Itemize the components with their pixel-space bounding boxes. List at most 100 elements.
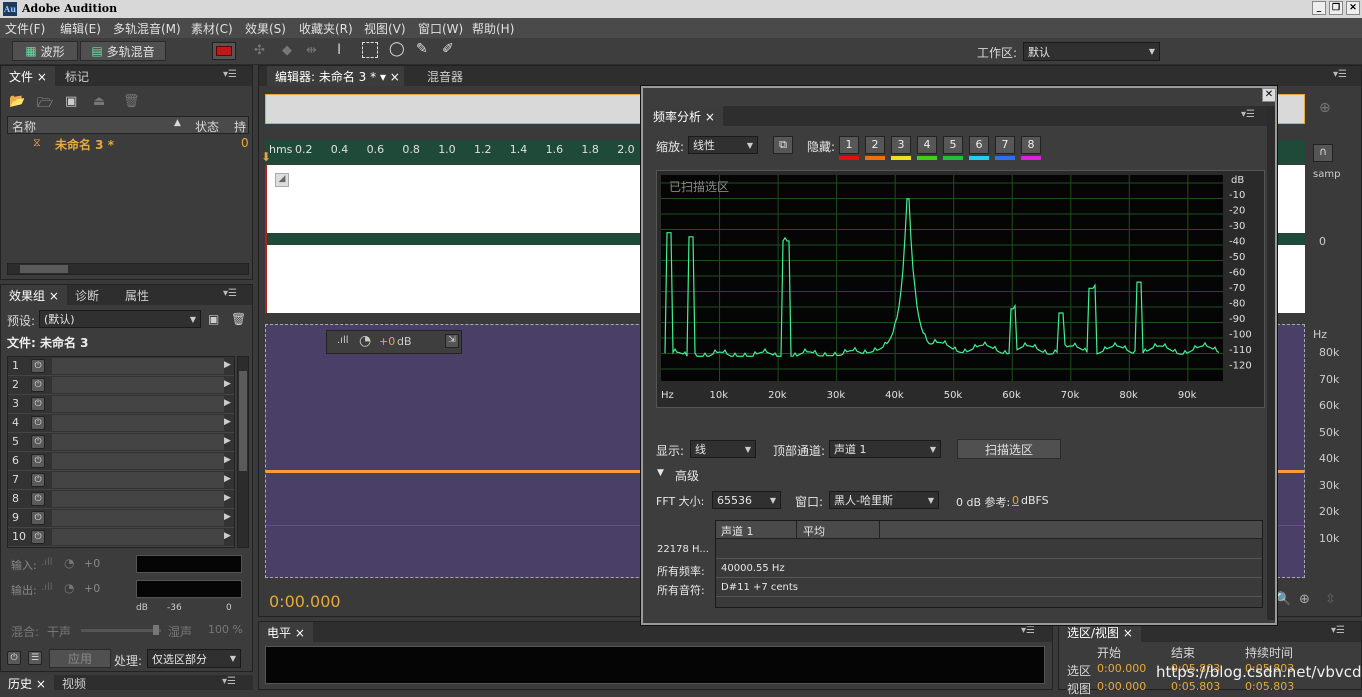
tab-properties[interactable]: 属性 bbox=[117, 285, 157, 305]
snap-icon[interactable]: ∩ bbox=[1313, 144, 1333, 162]
top-channel-select[interactable]: 声道 1 ▼ bbox=[829, 440, 941, 458]
slot-effect-field[interactable] bbox=[52, 396, 224, 412]
multitrack-button[interactable]: ▤ 多轨混音 bbox=[80, 41, 166, 61]
tab-effects-rack[interactable]: 效果组 × bbox=[1, 285, 67, 305]
hide-channel-button[interactable]: 8 bbox=[1021, 136, 1041, 154]
slot-effect-field[interactable] bbox=[52, 434, 224, 450]
tab-diagnostics[interactable]: 诊断 bbox=[67, 285, 107, 305]
power-icon[interactable]: ⏻ bbox=[31, 530, 45, 544]
restore-button[interactable]: ❐ bbox=[1329, 1, 1343, 15]
volume-knob-icon[interactable]: ◔ bbox=[359, 333, 371, 349]
corner-handle-icon[interactable]: ◢ bbox=[275, 173, 289, 187]
panel-menu-icon[interactable]: ▾☰ bbox=[1333, 69, 1347, 80]
effect-slot[interactable]: 4 ⏻ ▶ bbox=[8, 414, 234, 433]
preset-select[interactable]: (默认) ▼ bbox=[39, 310, 201, 328]
power-icon[interactable]: ⏻ bbox=[31, 435, 45, 449]
menu-clip[interactable]: 素材(C) bbox=[191, 20, 233, 37]
hide-channel-button[interactable]: 3 bbox=[891, 136, 911, 154]
fft-select[interactable]: 65536 ▼ bbox=[712, 491, 781, 509]
tab-markers[interactable]: 标记 bbox=[57, 66, 97, 86]
chevron-right-icon[interactable]: ▶ bbox=[224, 436, 231, 446]
slot-effect-field[interactable] bbox=[52, 377, 224, 393]
delete-preset-icon[interactable]: 🗑 bbox=[231, 312, 246, 326]
effect-slot[interactable]: 2 ⏻ ▶ bbox=[8, 376, 234, 395]
tab-history[interactable]: 历史 × bbox=[0, 675, 54, 691]
open-folder-icon[interactable]: 📂 bbox=[9, 94, 25, 109]
view-duration[interactable]: 0:05.803 bbox=[1245, 680, 1294, 693]
razor-tool-icon[interactable]: ◆ bbox=[282, 43, 292, 58]
healing-brush-icon[interactable]: ✐ bbox=[442, 41, 454, 57]
mix-percent[interactable]: 100 % bbox=[208, 623, 243, 636]
power-icon[interactable]: ⏻ bbox=[31, 492, 45, 506]
workspace-select[interactable]: 默认 ▼ bbox=[1023, 42, 1160, 61]
power-icon[interactable]: ⏻ bbox=[31, 378, 45, 392]
record-mode-button[interactable] bbox=[212, 42, 236, 60]
panel-menu-icon[interactable]: ▾☰ bbox=[223, 69, 237, 80]
effect-slot[interactable]: 3 ⏻ ▶ bbox=[8, 395, 234, 414]
effect-slot[interactable]: 9 ⏻ ▶ bbox=[8, 509, 234, 528]
tab-selection-view[interactable]: 选区/视图 × bbox=[1059, 622, 1141, 642]
effect-slot[interactable]: 7 ⏻ ▶ bbox=[8, 471, 234, 490]
power-icon[interactable]: ⏻ bbox=[31, 416, 45, 430]
menu-multitrack[interactable]: 多轨混音(M) bbox=[113, 20, 181, 37]
slot-effect-field[interactable] bbox=[52, 491, 224, 507]
pin-icon[interactable]: ⇲ bbox=[445, 334, 459, 348]
tab-frequency-analysis[interactable]: 频率分析 × bbox=[645, 106, 723, 126]
lasso-tool-icon[interactable]: ◯ bbox=[389, 41, 405, 57]
panel-menu-icon[interactable]: ▾☰ bbox=[1241, 109, 1255, 120]
menu-file[interactable]: 文件(F) bbox=[5, 20, 45, 37]
spectrum-plot[interactable]: 已扫描选区 dB -10 -20 -30 -40 -50 -60 -70 -80 -90 -100 -1… bbox=[657, 171, 1264, 407]
zoom-select[interactable]: 线性 ▼ bbox=[688, 136, 758, 154]
mix-slider[interactable] bbox=[81, 625, 161, 635]
tab-video[interactable]: 视频 bbox=[54, 675, 94, 691]
menu-favorites[interactable]: 收藏夹(R) bbox=[299, 20, 353, 37]
time-selection-icon[interactable]: I bbox=[337, 42, 341, 58]
zoom-navigator-icon[interactable]: ⊕ bbox=[1319, 100, 1331, 116]
zoom-full-icon[interactable]: ⇳ bbox=[1325, 592, 1336, 607]
input-value[interactable]: +0 bbox=[84, 557, 100, 570]
panel-menu-icon[interactable]: ▾☰ bbox=[1021, 625, 1035, 636]
chevron-right-icon[interactable]: ▶ bbox=[224, 379, 231, 389]
display-select[interactable]: 线 ▼ bbox=[690, 440, 756, 458]
chevron-right-icon[interactable]: ▶ bbox=[224, 455, 231, 465]
zoom-out-icon[interactable]: 🔍 bbox=[1275, 592, 1291, 607]
menu-effects[interactable]: 效果(S) bbox=[245, 20, 286, 37]
effect-slot[interactable]: 6 ⏻ ▶ bbox=[8, 452, 234, 471]
dialog-scrollbar[interactable] bbox=[1267, 106, 1275, 620]
slot-effect-field[interactable] bbox=[52, 358, 224, 374]
menu-window[interactable]: 窗口(W) bbox=[418, 20, 463, 37]
mix-slider-thumb[interactable] bbox=[153, 625, 159, 635]
insert-icon[interactable]: ⏏ bbox=[93, 94, 105, 109]
power-icon[interactable]: ⏻ bbox=[31, 511, 45, 525]
slot-effect-field[interactable] bbox=[52, 510, 224, 526]
copy-icon[interactable]: ⧉ bbox=[773, 136, 793, 154]
menu-view[interactable]: 视图(V) bbox=[364, 20, 406, 37]
col-name[interactable]: 名称 bbox=[12, 118, 36, 135]
effects-vscrollbar[interactable] bbox=[237, 356, 249, 548]
chevron-right-icon[interactable]: ▶ bbox=[224, 531, 231, 541]
brush-tool-icon[interactable]: ✎ bbox=[416, 41, 428, 57]
slot-effect-field[interactable] bbox=[52, 472, 224, 488]
hide-channel-button[interactable]: 6 bbox=[969, 136, 989, 154]
view-start[interactable]: 0:00.000 bbox=[1097, 680, 1146, 693]
marquee-tool-icon[interactable] bbox=[362, 42, 378, 58]
hide-channel-button[interactable]: 5 bbox=[943, 136, 963, 154]
move-tool-icon[interactable]: ✣ bbox=[254, 43, 265, 58]
output-value[interactable]: +0 bbox=[84, 582, 100, 595]
output-knob-icon[interactable]: ◔ bbox=[64, 581, 74, 595]
view-end[interactable]: 0:05.803 bbox=[1171, 680, 1220, 693]
scroll-thumb[interactable] bbox=[20, 265, 68, 273]
new-file-icon[interactable]: ▣ bbox=[65, 94, 77, 109]
hud-gain[interactable]: +0 bbox=[379, 335, 395, 348]
save-preset-icon[interactable]: ▣ bbox=[208, 312, 219, 326]
collapse-triangle-icon[interactable]: ▼ bbox=[657, 468, 664, 478]
apply-button[interactable]: 应用 bbox=[49, 649, 111, 668]
effect-slot[interactable]: 10 ⏻ ▶ bbox=[8, 528, 234, 547]
files-hscrollbar[interactable] bbox=[7, 263, 249, 275]
chevron-right-icon[interactable]: ▶ bbox=[224, 493, 231, 503]
power-icon[interactable]: ⏻ bbox=[31, 359, 45, 373]
slip-tool-icon[interactable]: ⇹ bbox=[306, 43, 317, 58]
effect-slot[interactable]: 8 ⏻ ▶ bbox=[8, 490, 234, 509]
import-icon[interactable]: 🗁 bbox=[37, 94, 53, 116]
panel-menu-icon[interactable]: ▾☰ bbox=[1331, 625, 1345, 636]
